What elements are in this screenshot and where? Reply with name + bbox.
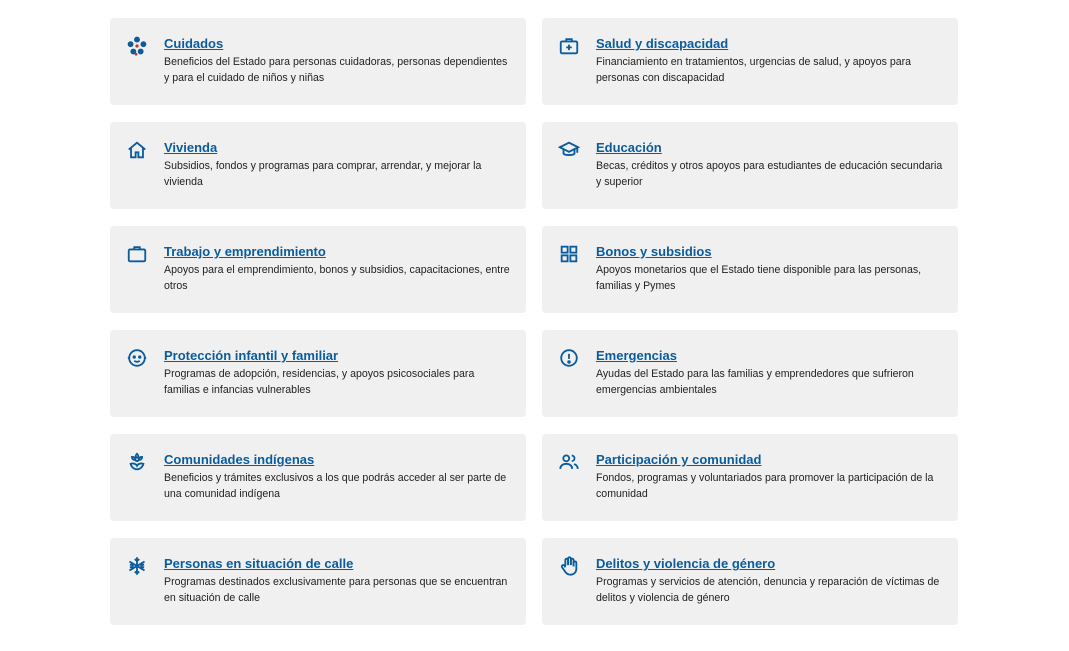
briefcase-icon [126,243,148,265]
card-proteccion-infantil[interactable]: Protección infantil y familiar Programas… [110,330,526,417]
alert-circle-icon [558,347,580,369]
card-title[interactable]: Educación [596,140,662,156]
raised-hand-icon [558,555,580,577]
card-trabajo-emprendimiento[interactable]: Trabajo y emprendimiento Apoyos para el … [110,226,526,313]
card-salud-discapacidad[interactable]: Salud y discapacidad Financiamiento en t… [542,18,958,105]
card-description: Becas, créditos y otros apoyos para estu… [596,160,943,188]
card-vivienda[interactable]: Vivienda Subsidios, fondos y programas p… [110,122,526,209]
snowflake-icon [126,555,148,577]
card-title[interactable]: Delitos y violencia de género [596,556,775,572]
medical-briefcase-icon [558,35,580,57]
card-description: Programas de adopción, residencias, y ap… [164,368,475,396]
card-cuidados[interactable]: Cuidados Beneficios del Estado para pers… [110,18,526,105]
flower-icon [126,451,148,473]
card-situacion-calle[interactable]: Personas en situación de calle Programas… [110,538,526,625]
people-network-icon [126,35,148,57]
card-title[interactable]: Trabajo y emprendimiento [164,244,326,260]
card-title[interactable]: Comunidades indígenas [164,452,314,468]
card-title[interactable]: Emergencias [596,348,677,364]
benefits-grid: Cuidados Beneficios del Estado para pers… [110,18,958,625]
card-title[interactable]: Protección infantil y familiar [164,348,338,364]
card-description: Beneficios y trámites exclusivos a los q… [164,472,507,500]
graduation-cap-icon [558,139,580,161]
card-title[interactable]: Personas en situación de calle [164,556,353,572]
card-title[interactable]: Bonos y subsidios [596,244,712,260]
card-description: Programas y servicios de atención, denun… [596,576,940,604]
card-emergencias[interactable]: Emergencias Ayudas del Estado para las f… [542,330,958,417]
card-title[interactable]: Salud y discapacidad [596,36,728,52]
child-face-icon [126,347,148,369]
card-description: Fondos, programas y voluntariados para p… [596,472,934,500]
group-icon [558,451,580,473]
card-title[interactable]: Vivienda [164,140,217,156]
card-educacion[interactable]: Educación Becas, créditos y otros apoyos… [542,122,958,209]
card-bonos-subsidios[interactable]: Bonos y subsidios Apoyos monetarios que … [542,226,958,313]
card-description: Apoyos monetarios que el Estado tiene di… [596,264,922,292]
card-description: Apoyos para el emprendimiento, bonos y s… [164,264,510,292]
card-description: Financiamiento en tratamientos, urgencia… [596,56,912,84]
card-title[interactable]: Cuidados [164,36,223,52]
card-description: Beneficios del Estado para personas cuid… [164,56,508,84]
card-comunidades-indigenas[interactable]: Comunidades indígenas Beneficios y trámi… [110,434,526,521]
grid-icon [558,243,580,265]
card-description: Ayudas del Estado para las familias y em… [596,368,914,396]
card-description: Programas destinados exclusivamente para… [164,576,508,604]
card-title[interactable]: Participación y comunidad [596,452,761,468]
card-delitos-violencia[interactable]: Delitos y violencia de género Programas … [542,538,958,625]
card-description: Subsidios, fondos y programas para compr… [164,160,482,188]
card-participacion-comunidad[interactable]: Participación y comunidad Fondos, progra… [542,434,958,521]
home-icon [126,139,148,161]
